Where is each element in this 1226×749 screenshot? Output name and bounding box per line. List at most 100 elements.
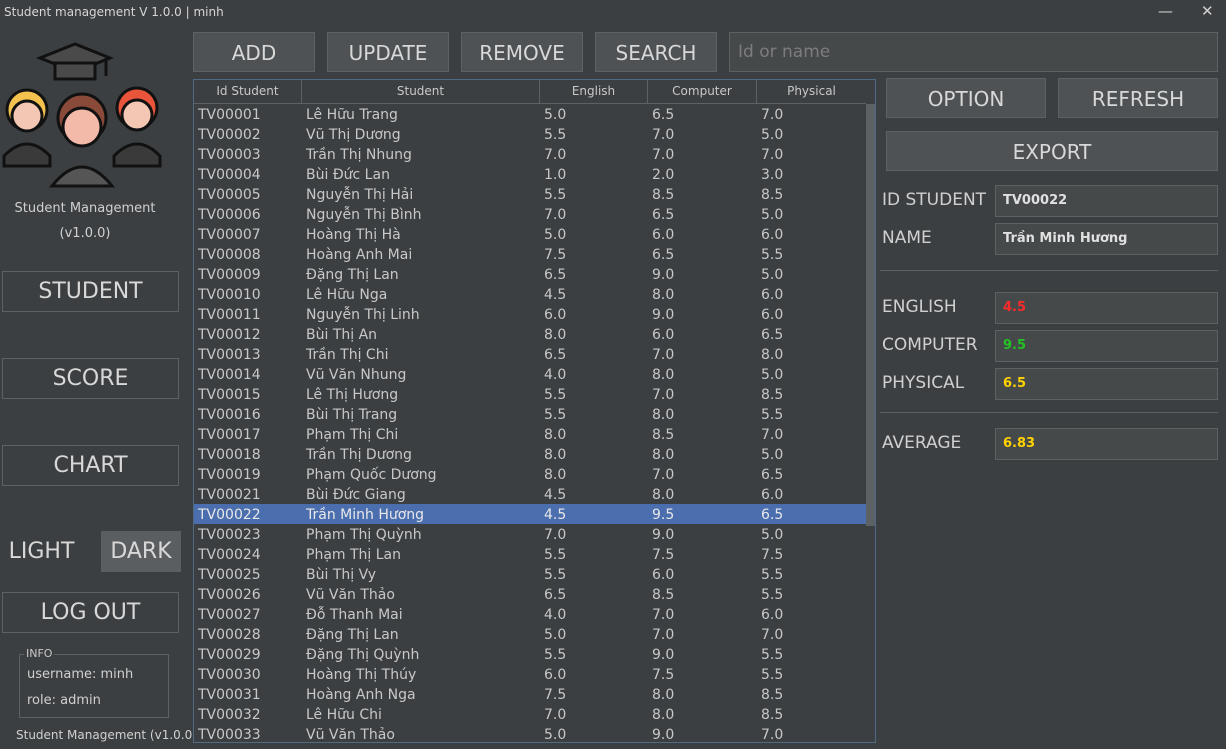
table-row[interactable]: TV00003 Trần Thị Nhung 7.0 7.0 7.0 bbox=[194, 144, 866, 164]
cell-id: TV00025 bbox=[198, 567, 261, 583]
option-button[interactable]: OPTION bbox=[886, 78, 1046, 118]
table-row[interactable]: TV00021 Bùi Đức Giang 4.5 8.0 6.0 bbox=[194, 484, 866, 504]
export-button[interactable]: EXPORT bbox=[886, 131, 1218, 171]
id-student-label: ID STUDENT bbox=[882, 190, 987, 210]
computer-field[interactable]: 9.5 bbox=[995, 330, 1218, 362]
cell-english: 6.5 bbox=[544, 267, 567, 283]
cell-id: TV00001 bbox=[198, 107, 261, 123]
table-scrollbar[interactable] bbox=[866, 104, 875, 742]
close-icon[interactable]: ✕ bbox=[1201, 2, 1214, 20]
add-button[interactable]: ADD bbox=[193, 32, 315, 72]
id-student-field[interactable]: TV00022 bbox=[995, 185, 1218, 217]
light-theme-button[interactable]: LIGHT bbox=[4, 531, 79, 572]
cell-computer: 6.5 bbox=[652, 247, 675, 263]
english-field[interactable]: 4.5 bbox=[995, 292, 1218, 324]
cell-english: 4.5 bbox=[544, 507, 567, 523]
nav-chart-button[interactable]: CHART bbox=[2, 445, 179, 486]
table-row[interactable]: TV00017 Phạm Thị Chi 8.0 8.5 7.0 bbox=[194, 424, 866, 444]
cell-id: TV00007 bbox=[198, 227, 261, 243]
cell-physical: 6.0 bbox=[761, 307, 784, 323]
app-name: Student Management bbox=[14, 201, 156, 216]
cell-computer: 7.0 bbox=[652, 347, 675, 363]
dark-theme-button[interactable]: DARK bbox=[101, 531, 181, 572]
table-row[interactable]: TV00027 Đỗ Thanh Mai 4.0 7.0 6.0 bbox=[194, 604, 866, 624]
refresh-button[interactable]: REFRESH bbox=[1058, 78, 1218, 118]
table-row[interactable]: TV00011 Nguyễn Thị Linh 6.0 9.0 6.0 bbox=[194, 304, 866, 324]
table-row[interactable]: TV00024 Phạm Thị Lan 5.5 7.5 7.5 bbox=[194, 544, 866, 564]
column-header-id[interactable]: Id Student bbox=[194, 80, 302, 103]
cell-student: Phạm Thị Quỳnh bbox=[306, 527, 422, 543]
table-row[interactable]: TV00016 Bùi Thị Trang 5.5 8.0 5.5 bbox=[194, 404, 866, 424]
cell-english: 7.5 bbox=[544, 687, 567, 703]
cell-physical: 5.5 bbox=[761, 247, 784, 263]
cell-english: 5.0 bbox=[544, 727, 567, 743]
column-header-computer[interactable]: Computer bbox=[648, 80, 757, 103]
table-row[interactable]: TV00032 Lê Hữu Chi 7.0 8.0 8.5 bbox=[194, 704, 866, 724]
table-row[interactable]: TV00008 Hoàng Anh Mai 7.5 6.5 5.5 bbox=[194, 244, 866, 264]
column-header-student[interactable]: Student bbox=[302, 80, 540, 103]
cell-computer: 8.0 bbox=[652, 687, 675, 703]
update-button[interactable]: UPDATE bbox=[327, 32, 449, 72]
nav-student-button[interactable]: STUDENT bbox=[2, 271, 179, 312]
table-row[interactable]: TV00014 Vũ Văn Nhung 4.0 8.0 5.0 bbox=[194, 364, 866, 384]
table-row[interactable]: TV00022 Trần Minh Hương 4.5 9.5 6.5 bbox=[194, 504, 866, 524]
table-row[interactable]: TV00001 Lê Hữu Trang 5.0 6.5 7.0 bbox=[194, 104, 866, 124]
table-row[interactable]: TV00015 Lê Thị Hương 5.5 7.0 8.5 bbox=[194, 384, 866, 404]
table-row[interactable]: TV00033 Vũ Văn Thảo 5.0 9.0 7.0 bbox=[194, 724, 866, 743]
table-row[interactable]: TV00019 Phạm Quốc Dương 8.0 7.0 6.5 bbox=[194, 464, 866, 484]
cell-english: 5.5 bbox=[544, 387, 567, 403]
cell-id: TV00013 bbox=[198, 347, 261, 363]
table-row[interactable]: TV00023 Phạm Thị Quỳnh 7.0 9.0 5.0 bbox=[194, 524, 866, 544]
table-row[interactable]: TV00025 Bùi Thị Vy 5.5 6.0 5.5 bbox=[194, 564, 866, 584]
minimize-icon[interactable]: — bbox=[1158, 2, 1173, 20]
cell-computer: 8.0 bbox=[652, 287, 675, 303]
search-input[interactable] bbox=[729, 32, 1218, 72]
physical-field[interactable]: 6.5 bbox=[995, 368, 1218, 400]
cell-id: TV00014 bbox=[198, 367, 261, 383]
table-row[interactable]: TV00010 Lê Hữu Nga 4.5 8.0 6.0 bbox=[194, 284, 866, 304]
cell-computer: 9.5 bbox=[652, 507, 675, 523]
table-row[interactable]: TV00005 Nguyễn Thị Hải 5.5 8.5 8.5 bbox=[194, 184, 866, 204]
table-row[interactable]: TV00026 Vũ Văn Thảo 6.5 8.5 5.5 bbox=[194, 584, 866, 604]
cell-student: Đỗ Thanh Mai bbox=[306, 607, 403, 623]
column-header-physical[interactable]: Physical bbox=[757, 80, 866, 103]
table-row[interactable]: TV00009 Đặng Thị Lan 6.5 9.0 5.0 bbox=[194, 264, 866, 284]
cell-physical: 8.5 bbox=[761, 187, 784, 203]
nav-score-button[interactable]: SCORE bbox=[2, 358, 179, 399]
table-row[interactable]: TV00029 Đặng Thị Quỳnh 5.5 9.0 5.5 bbox=[194, 644, 866, 664]
column-header-english[interactable]: English bbox=[540, 80, 648, 103]
logout-button[interactable]: LOG OUT bbox=[2, 592, 179, 633]
footer-text: Student Management (v1.0.0) bbox=[16, 728, 197, 742]
name-field[interactable]: Trần Minh Hương bbox=[995, 223, 1218, 255]
cell-english: 7.0 bbox=[544, 707, 567, 723]
cell-computer: 8.0 bbox=[652, 447, 675, 463]
cell-physical: 5.0 bbox=[761, 447, 784, 463]
cell-id: TV00019 bbox=[198, 467, 261, 483]
cell-computer: 7.0 bbox=[652, 607, 675, 623]
table-row[interactable]: TV00002 Vũ Thị Dương 5.5 7.0 5.0 bbox=[194, 124, 866, 144]
table-row[interactable]: TV00012 Bùi Thị An 8.0 6.0 6.5 bbox=[194, 324, 866, 344]
cell-id: TV00003 bbox=[198, 147, 261, 163]
info-panel bbox=[19, 654, 169, 718]
table-row[interactable]: TV00018 Trần Thị Dương 8.0 8.0 5.0 bbox=[194, 444, 866, 464]
cell-physical: 8.0 bbox=[761, 347, 784, 363]
app-version: (v1.0.0) bbox=[59, 226, 111, 241]
table-row[interactable]: TV00030 Hoàng Thị Thúy 6.0 7.5 5.5 bbox=[194, 664, 866, 684]
table-row[interactable]: TV00028 Đặng Thị Lan 5.0 7.0 7.0 bbox=[194, 624, 866, 644]
table-row[interactable]: TV00004 Bùi Đức Lan 1.0 2.0 3.0 bbox=[194, 164, 866, 184]
table-row[interactable]: TV00031 Hoàng Anh Nga 7.5 8.0 8.5 bbox=[194, 684, 866, 704]
cell-english: 5.5 bbox=[544, 127, 567, 143]
cell-student: Bùi Thị Trang bbox=[306, 407, 398, 423]
cell-english: 5.5 bbox=[544, 547, 567, 563]
table-row[interactable]: TV00007 Hoàng Thị Hà 5.0 6.0 6.0 bbox=[194, 224, 866, 244]
table-row[interactable]: TV00013 Trần Thị Chi 6.5 7.0 8.0 bbox=[194, 344, 866, 364]
remove-button[interactable]: REMOVE bbox=[461, 32, 583, 72]
cell-student: Hoàng Anh Mai bbox=[306, 247, 413, 263]
table-row[interactable]: TV00006 Nguyễn Thị Bình 7.0 6.5 5.0 bbox=[194, 204, 866, 224]
search-button[interactable]: SEARCH bbox=[595, 32, 717, 72]
cell-physical: 6.5 bbox=[761, 327, 784, 343]
cell-english: 5.5 bbox=[544, 647, 567, 663]
cell-physical: 5.5 bbox=[761, 407, 784, 423]
cell-computer: 6.0 bbox=[652, 327, 675, 343]
scrollbar-thumb[interactable] bbox=[866, 104, 875, 526]
